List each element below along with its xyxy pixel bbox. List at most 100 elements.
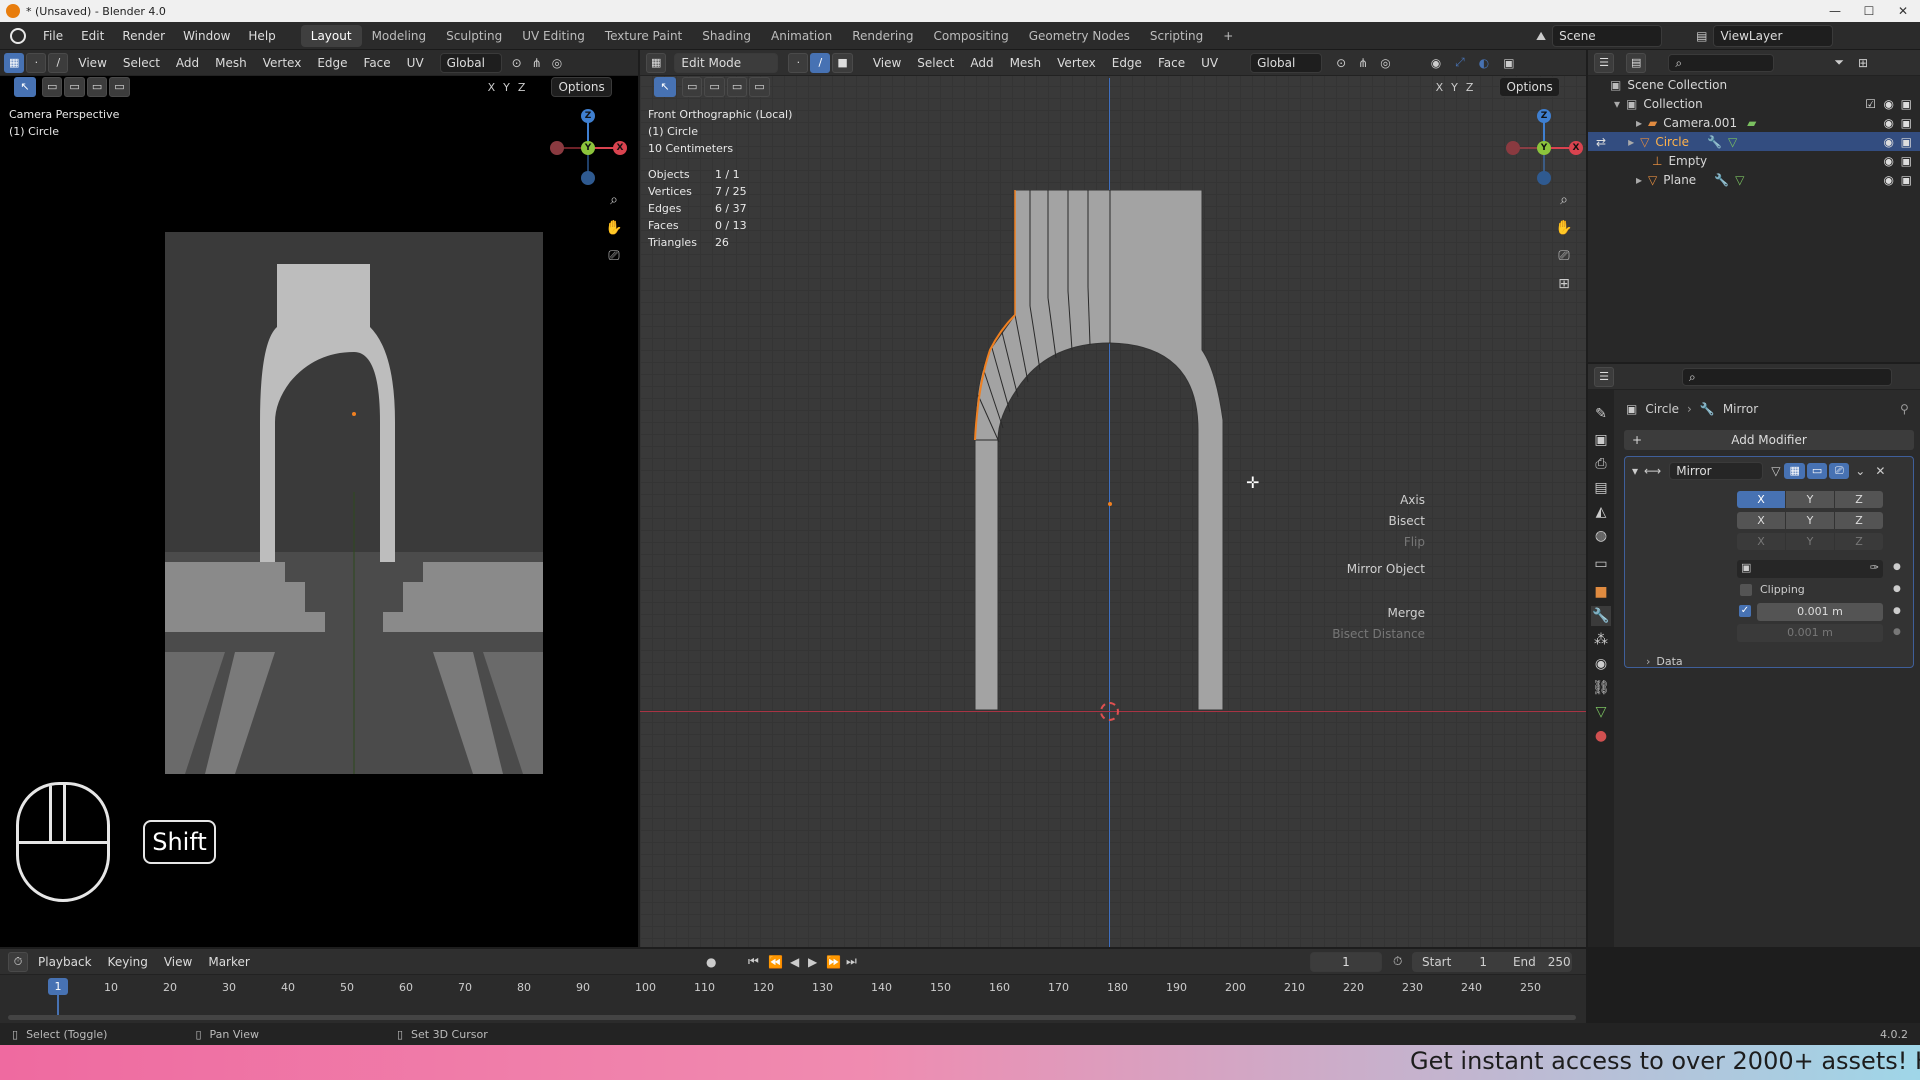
tool-tab-icon[interactable]: ✎	[1591, 404, 1611, 424]
camera-icon[interactable]: ⎚	[1554, 246, 1574, 266]
menu-uv[interactable]: UV	[1193, 56, 1226, 70]
pin-icon[interactable]: ⚲	[1900, 402, 1909, 416]
merge-checkbox[interactable]: ✓	[1739, 605, 1751, 617]
expand-arrow-icon[interactable]: ▸	[1636, 116, 1642, 130]
close-icon[interactable]: ✕	[1875, 464, 1885, 478]
gizmo-z-axis[interactable]: Z	[581, 109, 595, 123]
menu-add[interactable]: Add	[962, 56, 1001, 70]
flip-y-toggle[interactable]: Y	[1786, 533, 1834, 550]
play-reverse-icon[interactable]: ◀	[790, 955, 799, 969]
menu-keying[interactable]: Keying	[100, 955, 156, 969]
mirror-x-toggle[interactable]: X	[1436, 81, 1444, 94]
mirror-z-toggle[interactable]: Z	[518, 81, 526, 94]
physics-tab-icon[interactable]: ◉	[1591, 654, 1611, 674]
gizmo-neg-x[interactable]	[550, 141, 564, 155]
outliner-item-plane[interactable]: ▸ ▽ Plane 🔧 ▽ ◉ ▣	[1588, 170, 1920, 189]
checkbox-icon[interactable]: ☑	[1865, 97, 1876, 111]
current-frame-field[interactable]: 1	[1310, 951, 1382, 972]
select-mode-invert[interactable]: ▭	[109, 77, 130, 97]
outliner-item-empty[interactable]: ⊥ Empty ◉ ▣	[1588, 151, 1920, 170]
render-icon[interactable]: ▣	[1901, 173, 1912, 187]
camera-viewport[interactable]: ▦ · / View Select Add Mesh Vertex Edge F…	[0, 50, 638, 947]
grid-icon[interactable]: ⊞	[1554, 274, 1574, 294]
camera-icon[interactable]: ⎚	[604, 246, 624, 266]
orientation-dropdown[interactable]: Global	[439, 52, 502, 73]
tab-sculpting[interactable]: Sculpting	[436, 25, 512, 47]
edge-select-button[interactable]: /	[48, 52, 69, 73]
prev-key-icon[interactable]: ⏪	[768, 955, 783, 969]
jump-end-icon[interactable]: ⏭	[846, 954, 857, 969]
visibility-icon[interactable]: ◉	[1431, 56, 1441, 70]
clipping-checkbox[interactable]	[1740, 583, 1752, 596]
select-mode-subtract[interactable]: ▭	[726, 77, 748, 97]
tab-rendering[interactable]: Rendering	[842, 25, 923, 47]
menu-view[interactable]: View	[865, 56, 909, 70]
snap-icon[interactable]: ⋔	[532, 56, 542, 70]
menu-edge[interactable]: Edge	[1104, 56, 1150, 70]
add-modifier-button[interactable]: + Add Modifier	[1624, 430, 1914, 450]
mirror-z-toggle[interactable]: Z	[1466, 81, 1474, 94]
3d-cursor[interactable]	[1100, 702, 1119, 721]
navigation-gizmo[interactable]: Z X Y	[1504, 108, 1584, 188]
modifier-name-field[interactable]: Mirror	[1669, 462, 1764, 480]
tab-layout[interactable]: Layout	[300, 24, 362, 47]
menu-view[interactable]: View	[70, 56, 114, 70]
navigation-gizmo[interactable]: Z X Y	[548, 108, 628, 188]
options-dropdown[interactable]: Options	[1499, 77, 1560, 97]
playhead[interactable]: 1	[48, 978, 68, 995]
axis-y-toggle[interactable]: Y	[1786, 491, 1834, 508]
render-icon[interactable]: ▣	[1901, 135, 1912, 149]
gizmo-y-axis[interactable]: Y	[1537, 141, 1551, 155]
add-workspace-button[interactable]: +	[1213, 25, 1243, 47]
next-key-icon[interactable]: ⏩	[826, 955, 841, 969]
tab-shading[interactable]: Shading	[692, 25, 761, 47]
gizmo-neg-z[interactable]	[1537, 171, 1551, 185]
mirror-y-toggle[interactable]: Y	[503, 81, 510, 94]
new-collection-icon[interactable]: ⊞	[1858, 56, 1868, 70]
menu-render[interactable]: Render	[113, 29, 174, 43]
menu-vertex[interactable]: Vertex	[255, 56, 310, 70]
tab-modeling[interactable]: Modeling	[362, 25, 437, 47]
gizmo-neg-x[interactable]	[1506, 141, 1520, 155]
bisect-y-toggle[interactable]: Y	[1786, 512, 1834, 529]
menu-file[interactable]: File	[34, 29, 72, 43]
collection-tab-icon[interactable]: ▭	[1591, 554, 1611, 574]
collapse-arrow-icon[interactable]: ▾	[1632, 464, 1638, 478]
tab-texture-paint[interactable]: Texture Paint	[595, 25, 692, 47]
tab-compositing[interactable]: Compositing	[923, 25, 1018, 47]
face-select-mode[interactable]: ■	[832, 52, 853, 73]
close-button[interactable]: ✕	[1886, 0, 1920, 22]
select-mode-subtract[interactable]: ▭	[86, 77, 108, 97]
timeline-scrollbar[interactable]	[8, 1015, 1576, 1020]
editor-type-button[interactable]: ⏱	[8, 951, 28, 972]
gizmo-x-axis[interactable]: X	[613, 141, 627, 155]
blender-menu-icon[interactable]	[10, 27, 26, 44]
outliner-item-collection[interactable]: ▾ ▣ Collection ☑ ◉ ▣	[1588, 94, 1920, 113]
expand-arrow-icon[interactable]: ▾	[1614, 97, 1620, 111]
gizmo-z-axis[interactable]: Z	[1537, 109, 1551, 123]
menu-playback[interactable]: Playback	[30, 955, 100, 969]
pivot-icon[interactable]: ⊙	[1336, 56, 1346, 70]
eye-icon[interactable]: ◉	[1884, 97, 1894, 111]
render-toggle-icon[interactable]: ⎚	[1829, 463, 1850, 479]
render-icon[interactable]: ▣	[1901, 97, 1912, 111]
cage-toggle-icon[interactable]: ▦	[1784, 463, 1805, 479]
world-tab-icon[interactable]: ◍	[1591, 526, 1611, 546]
snap-icon[interactable]: ⋔	[1358, 56, 1368, 70]
editor-type-button[interactable]: ☰	[1594, 366, 1614, 387]
record-icon[interactable]: ●	[706, 955, 716, 969]
flip-z-toggle[interactable]: Z	[1835, 533, 1883, 550]
gizmo-y-axis[interactable]: Y	[581, 141, 595, 155]
data-tab-icon[interactable]: ▽	[1591, 702, 1611, 722]
orientation-dropdown[interactable]: Global	[1250, 52, 1323, 73]
particles-tab-icon[interactable]: ⁂	[1591, 630, 1611, 650]
select-mode-new[interactable]: ▭	[42, 77, 63, 97]
menu-mesh[interactable]: Mesh	[1002, 56, 1050, 70]
modifier-tab-icon[interactable]: 🔧	[1591, 606, 1611, 626]
eye-icon[interactable]: ◉	[1884, 173, 1894, 187]
outliner-root[interactable]: ▣ Scene Collection	[1588, 75, 1920, 94]
select-tool-button[interactable]: ↖	[14, 77, 36, 97]
zoom-icon[interactable]: ⌕	[604, 190, 624, 210]
mirror-y-toggle[interactable]: Y	[1451, 81, 1458, 94]
options-dropdown[interactable]: Options	[551, 77, 612, 97]
